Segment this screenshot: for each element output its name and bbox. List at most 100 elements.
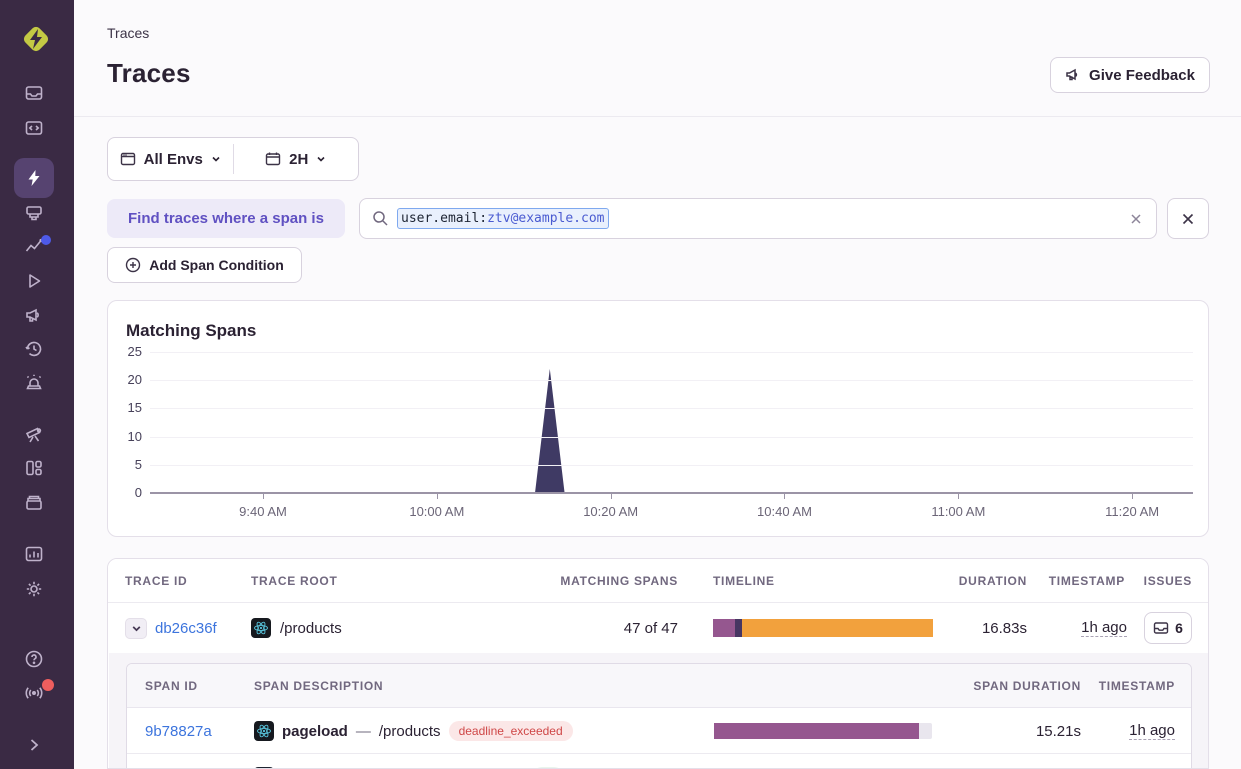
add-span-condition-label: Add Span Condition	[149, 257, 284, 273]
y-tick-label: 15	[116, 400, 142, 415]
span-timestamp[interactable]: 1h ago	[1091, 708, 1175, 754]
help-icon[interactable]	[24, 649, 44, 669]
y-tick-label: 20	[116, 372, 142, 387]
close-icon	[1180, 211, 1196, 227]
react-platform-icon	[251, 618, 271, 638]
issues-icon[interactable]	[24, 83, 44, 103]
col-span-description: SPAN DESCRIPTION	[254, 664, 383, 708]
trace-timestamp[interactable]: 1h ago	[1041, 603, 1127, 653]
expanded-trace-section: SPAN ID SPAN DESCRIPTION SPAN DURATION T…	[109, 653, 1209, 769]
chevron-down-icon	[316, 154, 326, 164]
span-op: pageload	[282, 723, 348, 740]
traces-icon	[24, 168, 44, 188]
x-tick-label: 11:00 AM	[931, 504, 985, 519]
add-span-condition-button[interactable]: Add Span Condition	[107, 247, 302, 283]
area-series	[150, 352, 1193, 493]
span-search-input[interactable]: user.email: ztv@example.com	[359, 198, 1157, 239]
x-tick-label: 11:20 AM	[1105, 504, 1159, 519]
col-timeline: TIMELINE	[713, 559, 775, 603]
history-icon[interactable]	[24, 339, 44, 359]
span-id-link[interactable]: 9b78827a	[145, 708, 212, 754]
trace-id-link[interactable]: db26c36f	[155, 603, 217, 653]
span-duration: 15.21s	[961, 708, 1081, 754]
search-icon	[372, 210, 389, 227]
give-feedback-label: Give Feedback	[1089, 67, 1195, 84]
gridline	[150, 408, 1193, 409]
environment-filter-label: All Envs	[144, 151, 203, 168]
calendar-icon	[265, 151, 281, 167]
span-id-link[interactable]: b7a7e441	[145, 754, 212, 769]
x-axis-line	[150, 492, 1193, 494]
archive-icon[interactable]	[24, 493, 44, 513]
span-timestamp[interactable]: 1h ago	[1091, 754, 1175, 769]
col-matching-spans: MATCHING SPANS	[533, 559, 678, 603]
search-filter-token[interactable]: user.email: ztv@example.com	[397, 208, 609, 229]
give-feedback-button[interactable]: Give Feedback	[1050, 57, 1210, 93]
timeline-segment-mauve	[713, 619, 735, 637]
stats-icon[interactable]	[24, 544, 44, 564]
x-tick-label: 10:40 AM	[757, 504, 812, 519]
boards-icon[interactable]	[24, 458, 44, 478]
insights-notification-dot	[41, 235, 51, 245]
broadcast-icon[interactable]	[24, 683, 44, 703]
collapse-trace-button[interactable]	[125, 618, 147, 639]
collapse-icon[interactable]	[24, 735, 44, 755]
trace-issues-button[interactable]: 6	[1144, 612, 1192, 644]
span-status-badge: deadline_exceeded	[449, 721, 573, 741]
x-tick	[958, 494, 959, 499]
trace-timeline	[713, 619, 933, 637]
col-trace-id: TRACE ID	[125, 559, 187, 603]
explore-icon[interactable]	[24, 118, 44, 138]
sidebar	[0, 0, 74, 769]
spans-table: SPAN ID SPAN DESCRIPTION SPAN DURATION T…	[126, 663, 1192, 769]
x-tick	[1132, 494, 1133, 499]
megaphone-icon	[1065, 67, 1081, 83]
traces-table-header: TRACE ID TRACE ROOT MATCHING SPANS TIMEL…	[108, 559, 1208, 603]
alerts-icon[interactable]	[24, 373, 44, 393]
trace-row[interactable]: db26c36f /products 47 of 47 16.83s 1h ag…	[108, 603, 1208, 653]
spans-table-header: SPAN ID SPAN DESCRIPTION SPAN DURATION T…	[127, 664, 1191, 708]
header-divider	[74, 116, 1241, 117]
token-key: user.email:	[401, 211, 487, 226]
chevron-down-icon	[211, 154, 221, 164]
gridline	[150, 437, 1193, 438]
plus-circle-icon	[125, 257, 141, 273]
y-tick-label: 5	[116, 457, 142, 472]
col-duration: DURATION	[927, 559, 1027, 603]
traces-table: TRACE ID TRACE ROOT MATCHING SPANS TIMEL…	[107, 558, 1209, 769]
time-range-filter-label: 2H	[289, 151, 308, 168]
timeline-segment-dark	[735, 619, 742, 637]
projects-icon[interactable]	[24, 203, 44, 223]
environment-filter[interactable]: All Envs	[108, 138, 233, 180]
gridline	[150, 465, 1193, 466]
clear-search-icon[interactable]	[1128, 211, 1144, 227]
delete-condition-button[interactable]	[1167, 198, 1209, 239]
span-description: /products	[379, 723, 441, 740]
x-tick-label: 10:00 AM	[409, 504, 464, 519]
col-span-id: SPAN ID	[145, 664, 198, 708]
replays-icon[interactable]	[24, 271, 44, 291]
col-trace-root: TRACE ROOT	[251, 559, 338, 603]
span-duration: 2.00ms	[961, 754, 1081, 769]
gridline	[150, 380, 1193, 381]
time-range-filter[interactable]: 2H	[234, 138, 359, 180]
col-issues: ISSUES	[1145, 559, 1192, 603]
col-timestamp: TIMESTAMP	[1041, 559, 1125, 603]
span-timeline-bar	[714, 723, 919, 739]
sidebar-item-traces-active[interactable]	[14, 158, 54, 198]
span-timeline-track	[714, 723, 932, 739]
trace-root-label: /products	[280, 620, 342, 637]
sentry-logo[interactable]	[17, 20, 55, 58]
span-row[interactable]: 9b78827a pageload — /products deadline_e…	[127, 708, 1191, 754]
feedback-icon[interactable]	[24, 305, 44, 325]
window-icon	[120, 151, 136, 167]
settings-icon[interactable]	[24, 579, 44, 599]
broadcast-notification-dot	[42, 679, 54, 691]
breadcrumb[interactable]: Traces	[107, 25, 149, 41]
span-row[interactable]: b7a7e441 py http.server — GET /organizat…	[127, 754, 1191, 769]
timeline-segment-orange	[742, 619, 933, 637]
page-title: Traces	[107, 58, 191, 89]
matching-spans-chart[interactable]	[150, 352, 1193, 493]
discover-icon[interactable]	[24, 425, 44, 445]
y-tick-label: 25	[116, 344, 142, 359]
